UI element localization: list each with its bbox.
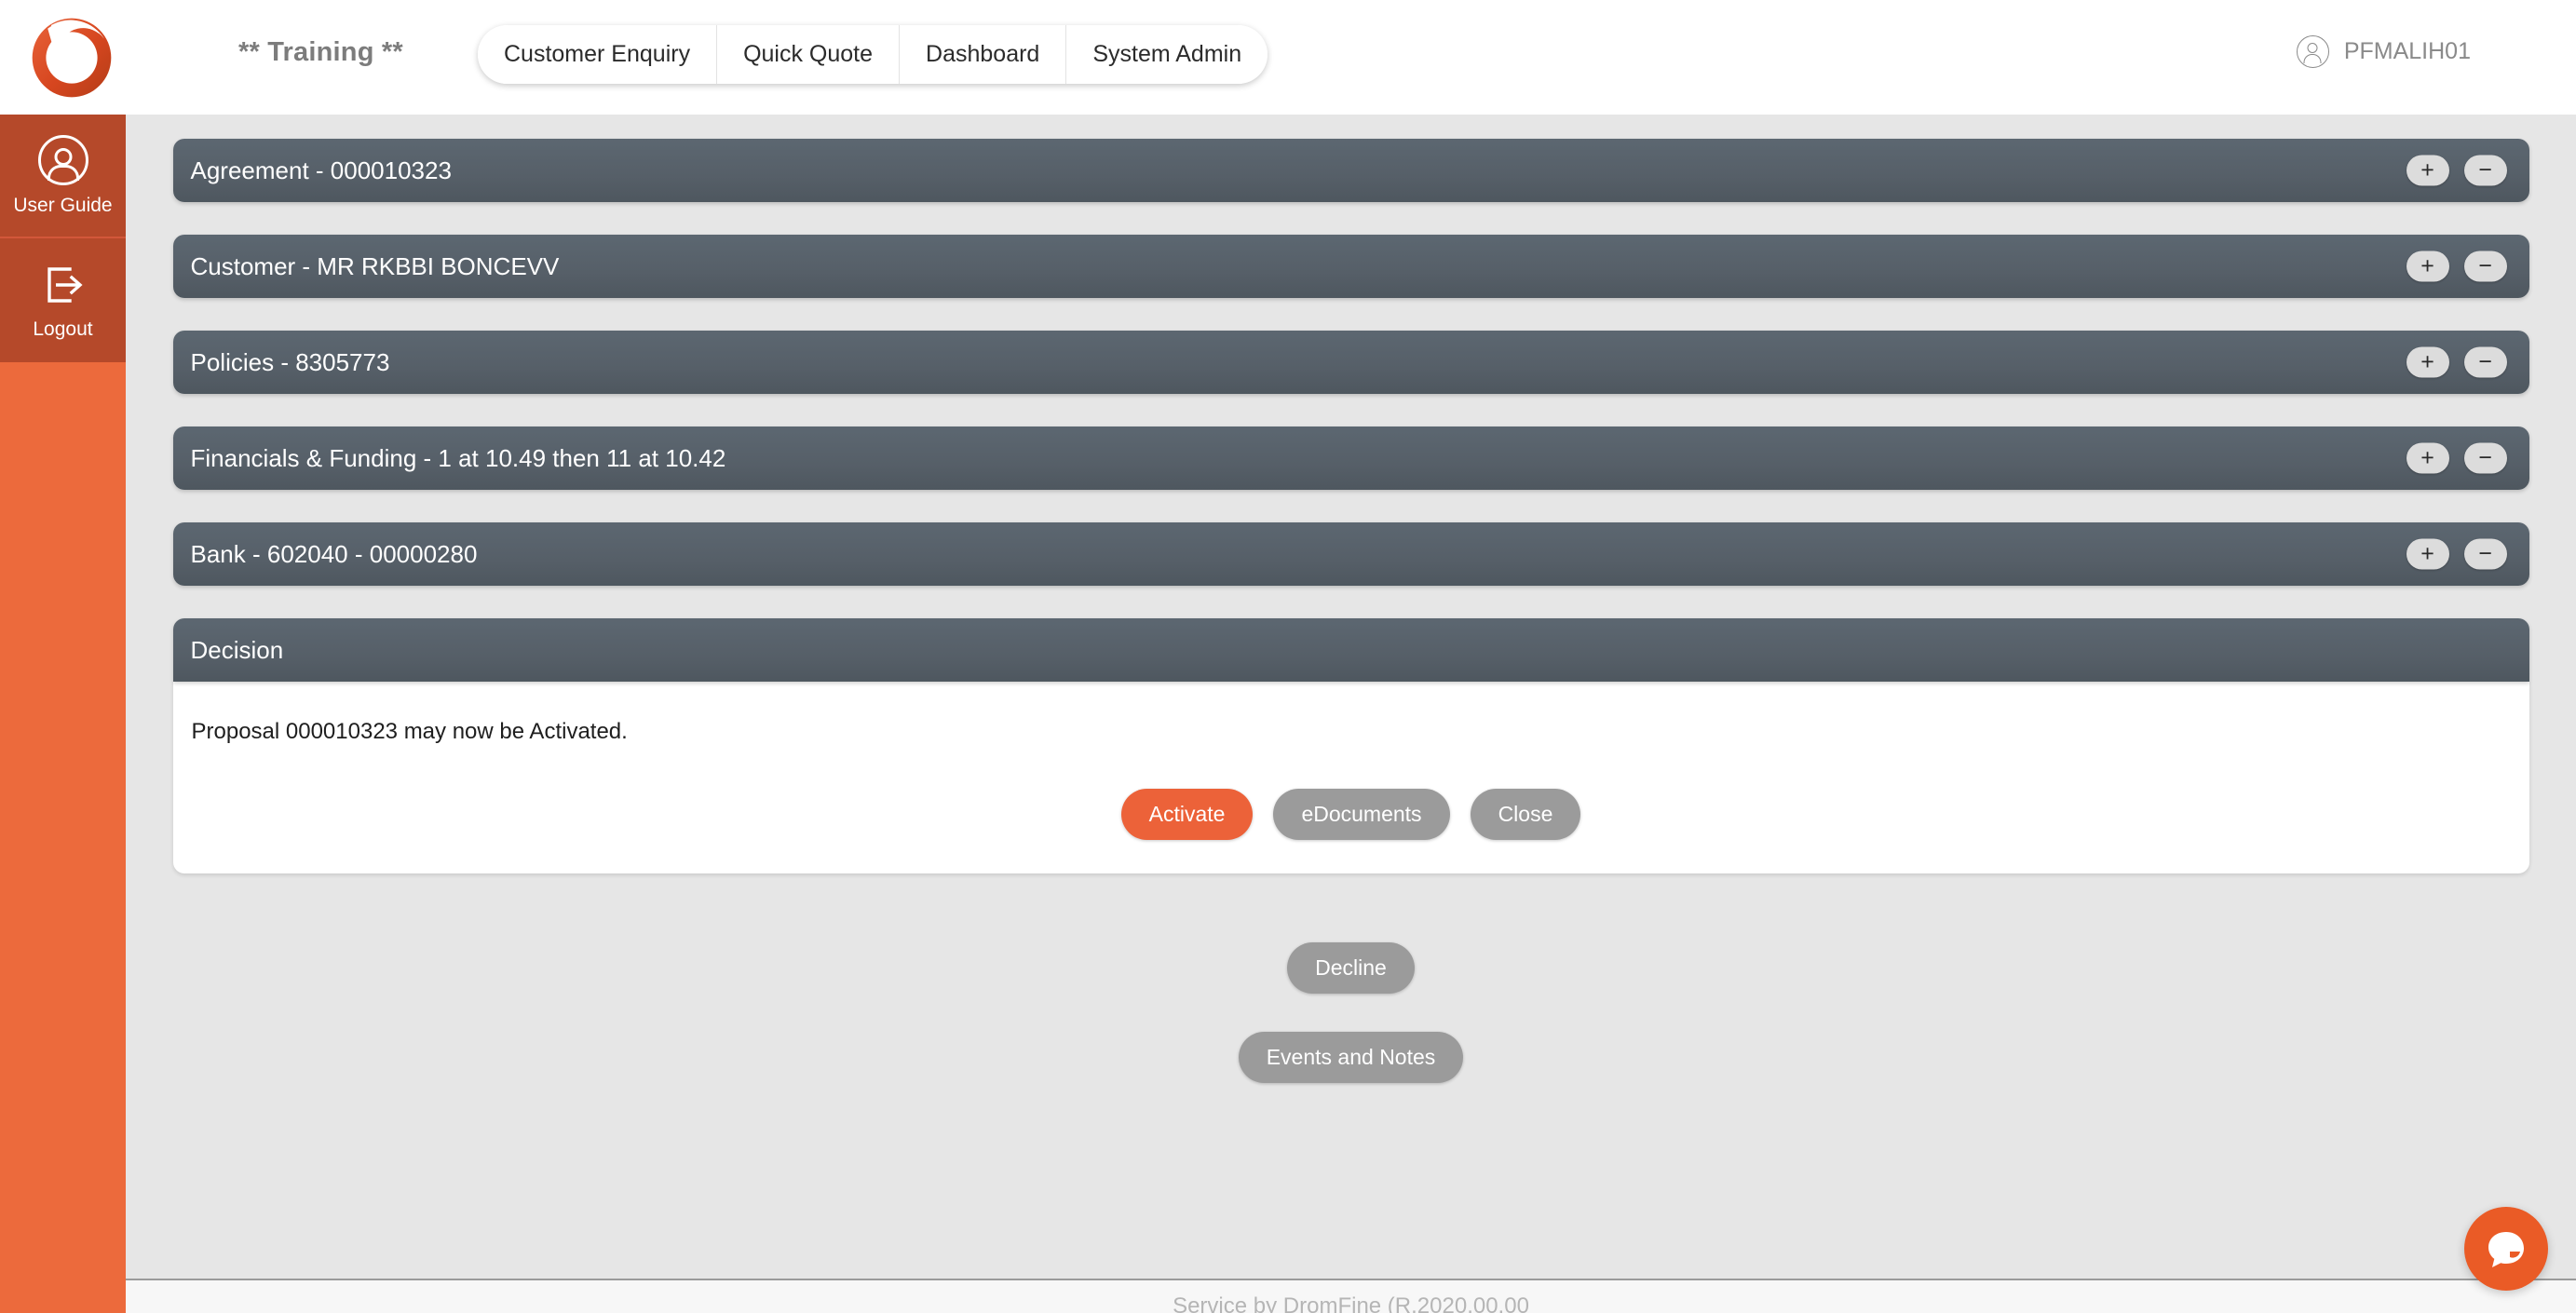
panel-header[interactable]: Agreement - 000010323 + −: [172, 139, 2529, 202]
user-name-label: PFMALIH01: [2343, 38, 2471, 64]
sidebar-item-label: User Guide: [13, 194, 113, 216]
panel-title: Financials & Funding - 1 at 10.49 then 1…: [190, 443, 726, 472]
collapse-button[interactable]: −: [2463, 442, 2507, 474]
panel-controls: + −: [2406, 155, 2507, 186]
panel-policies: Policies - 8305773 + −: [172, 331, 2529, 394]
tab-dashboard[interactable]: Dashboard: [900, 25, 1067, 84]
panel-header[interactable]: Policies - 8305773 + −: [172, 331, 2529, 394]
brand-ring-logo: [32, 18, 112, 98]
environment-title: ** Training **: [238, 37, 403, 67]
main-content-area: Agreement - 000010323 + − Customer - MR …: [126, 115, 2576, 1279]
brand-logo[interactable]: [17, 6, 127, 110]
expand-button[interactable]: +: [2406, 538, 2449, 570]
panel-decision: Decision Proposal 000010323 may now be A…: [172, 618, 2529, 873]
sidebar-item-label: Logout: [33, 318, 93, 340]
panel-financials-funding: Financials & Funding - 1 at 10.49 then 1…: [172, 426, 2529, 490]
user-account-menu[interactable]: PFMALIH01: [2296, 35, 2471, 68]
panel-title: Policies - 8305773: [190, 347, 390, 376]
collapse-button[interactable]: −: [2463, 538, 2507, 570]
collapse-button[interactable]: −: [2463, 155, 2507, 186]
tab-system-admin[interactable]: System Admin: [1066, 25, 1268, 84]
panel-title: Customer - MR RKBBI BONCEVV: [190, 251, 560, 280]
decision-message: Proposal 000010323 may now be Activated.: [191, 719, 628, 744]
panel-bank: Bank - 602040 - 00000280 + −: [172, 522, 2529, 586]
page-footer: Service by DromFine (R.2020.00.00: [126, 1279, 2576, 1313]
close-button[interactable]: Close: [1470, 789, 1581, 840]
activate-button[interactable]: Activate: [1120, 789, 1254, 840]
panel-controls: + −: [2406, 538, 2507, 570]
main-navigation-tabs: Customer Enquiry Quick Quote Dashboard S…: [478, 25, 1268, 84]
panel-header[interactable]: Customer - MR RKBBI BONCEVV + −: [172, 235, 2529, 298]
page-action-stack: Decline Events and Notes: [126, 942, 2576, 1083]
panel-header: Decision: [172, 618, 2529, 682]
tab-quick-quote[interactable]: Quick Quote: [717, 25, 901, 84]
footer-service-text: Service by DromFine (R.2020.00.00: [1173, 1293, 1529, 1313]
decision-action-row: Activate eDocuments Close: [173, 789, 2529, 840]
tab-customer-enquiry[interactable]: Customer Enquiry: [478, 25, 718, 84]
sidebar-item-user-guide[interactable]: User Guide: [0, 115, 126, 238]
chat-launcher-button[interactable]: [2464, 1207, 2548, 1291]
panel-controls: + −: [2406, 346, 2507, 378]
panel-header[interactable]: Bank - 602040 - 00000280 + −: [172, 522, 2529, 586]
logout-door-arrow-icon: [47, 266, 83, 303]
decline-button[interactable]: Decline: [1287, 942, 1415, 994]
panel-controls: + −: [2406, 442, 2507, 474]
left-sidebar: User Guide Logout: [0, 115, 126, 1313]
expand-button[interactable]: +: [2406, 250, 2449, 282]
expand-button[interactable]: +: [2406, 442, 2449, 474]
user-circle-icon: [37, 134, 88, 185]
sidebar-item-logout[interactable]: Logout: [0, 238, 126, 362]
edocuments-button[interactable]: eDocuments: [1273, 789, 1450, 840]
user-circle-icon: [2296, 35, 2329, 68]
chat-bubble-icon: [2488, 1232, 2524, 1267]
panel-header[interactable]: Financials & Funding - 1 at 10.49 then 1…: [172, 426, 2529, 490]
decision-body: Proposal 000010323 may now be Activated.…: [172, 682, 2529, 873]
top-header-bar: ** Training ** Customer Enquiry Quick Qu…: [0, 0, 2576, 115]
collapse-button[interactable]: −: [2463, 250, 2507, 282]
panel-customer: Customer - MR RKBBI BONCEVV + −: [172, 235, 2529, 298]
collapse-button[interactable]: −: [2463, 346, 2507, 378]
events-and-notes-button[interactable]: Events and Notes: [1238, 1032, 1464, 1083]
panel-title: Decision: [190, 635, 284, 664]
panel-agreement: Agreement - 000010323 + −: [172, 139, 2529, 202]
expand-button[interactable]: +: [2406, 155, 2449, 186]
panel-controls: + −: [2406, 250, 2507, 282]
panel-title: Bank - 602040 - 00000280: [190, 539, 478, 568]
panel-title: Agreement - 000010323: [190, 156, 452, 184]
expand-button[interactable]: +: [2406, 346, 2449, 378]
